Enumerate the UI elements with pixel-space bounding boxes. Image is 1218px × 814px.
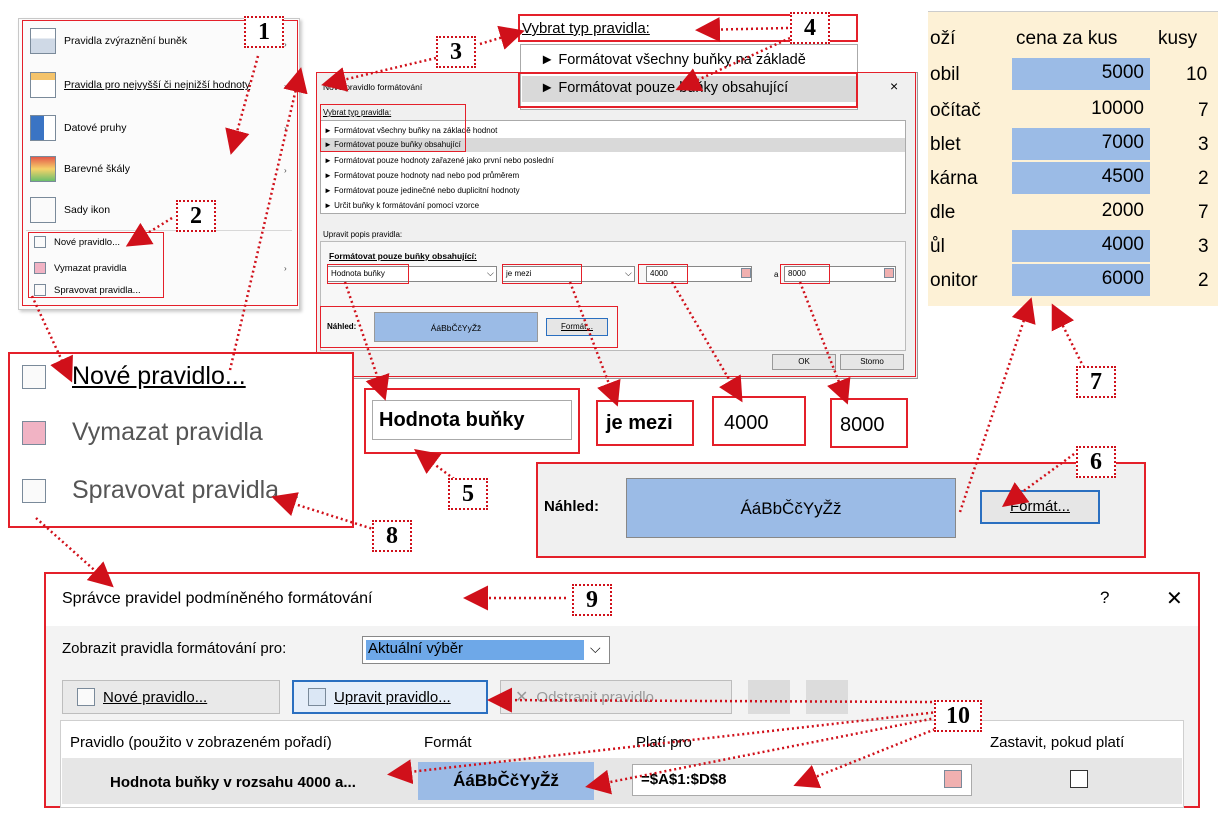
arrow-1 [225,55,260,155]
arrow-2 [125,216,173,247]
callout-4: 4 [790,12,830,44]
arrow-4a [695,17,789,43]
arrow-2-down [30,295,73,383]
arrow-8-top [228,67,308,371]
callout-5: 5 [448,478,488,510]
callout-3: 3 [436,36,476,68]
arrow-10b [387,710,939,785]
callout-7: 7 [1076,366,1116,398]
arrow-cond [343,281,390,401]
arrow-preview-up [958,297,1036,513]
callout-1: 1 [244,16,284,48]
arrow-7 [1051,303,1088,373]
arrow-v2 [798,281,851,405]
callout-9: 9 [572,584,612,616]
arrow-10a [487,687,933,713]
callout-10: 10 [934,700,982,732]
arrow-8 [271,492,377,532]
arrow-op [568,281,621,407]
callout-6: 6 [1076,446,1116,478]
callout-8: 8 [372,520,412,552]
arrow-9-line [35,517,114,588]
arrow-6 [1001,452,1075,507]
arrow-10c [585,714,947,795]
annotation-arrows [30,17,1088,795]
arrow-3 [321,56,437,92]
arrow-v1 [670,281,743,403]
arrow-4b [675,36,791,92]
arrow-3b [479,25,525,50]
callout-2: 2 [176,200,216,232]
